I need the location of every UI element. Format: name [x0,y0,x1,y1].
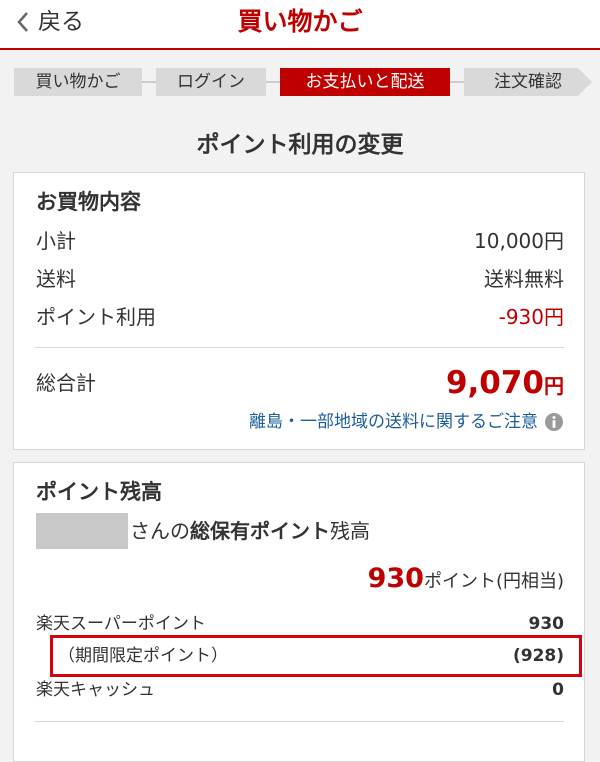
order-summary-card: お買物内容 小計 10,000円 送料 送料無料 ポイント利用 -930円 総合… [13,172,585,450]
point-balance-card: ポイント残高 さんの総保有ポイント残高 930ポイント(円相当) 楽天スーパーポ… [13,462,585,762]
step-connector [450,81,464,83]
name-suffix-pre: さんの [130,519,190,543]
masked-user-name [36,513,128,549]
points-used-value: -930円 [498,305,564,329]
shipping-value: 送料無料 [484,267,564,291]
total-amount: 9,070 [445,365,544,401]
total-unit: 円 [544,374,564,398]
step-login: ログイン [156,68,266,96]
section-title: ポイント利用の変更 [196,132,404,158]
shipping-label: 送料 [36,267,76,291]
name-suffix-post: 残高 [330,519,370,543]
step-payment-shipping: お支払いと配送 [280,68,450,96]
step-connector [142,81,156,83]
cash-label: 楽天キャッシュ [36,680,155,700]
step-confirm: 注文確認 [464,68,592,96]
step-connector [266,81,280,83]
info-icon [545,413,563,431]
subtotal-value: 10,000円 [474,229,564,253]
shipping-notice-link[interactable]: 離島・一部地域の送料に関するご注意 [249,409,564,435]
checkout-steps: 買い物かご ログイン お支払いと配送 注文確認 [14,68,592,96]
total-points: 930ポイント(円相当) [368,561,564,600]
point-balance-heading: ポイント残高 [36,480,162,504]
total-label: 総合計 [36,371,96,395]
total-points-number: 930 [367,563,424,594]
subtotal-label: 小計 [36,229,76,253]
order-summary-heading: お買物内容 [36,190,141,214]
step-cart: 買い物かご [14,68,142,96]
total-points-unit: ポイント(円相当) [423,571,564,592]
super-point-label: 楽天スーパーポイント [36,614,206,634]
app-header: 戻る 買い物かご [0,0,600,50]
page-title: 買い物かご [237,7,363,36]
points-used-label: ポイント利用 [36,305,156,329]
limited-point-highlight [50,635,582,677]
super-point-value: 930 [528,614,565,634]
shipping-notice-text: 離島・一部地域の送料に関するご注意 [249,412,538,432]
divider [34,347,564,348]
total-value: 9,070円 [446,363,564,408]
divider [34,721,564,722]
cash-value: 0 [552,680,564,700]
holder-points-caption: さんの総保有ポイント残高 [130,515,370,547]
name-suffix-bold: 総保有ポイント [190,519,330,543]
